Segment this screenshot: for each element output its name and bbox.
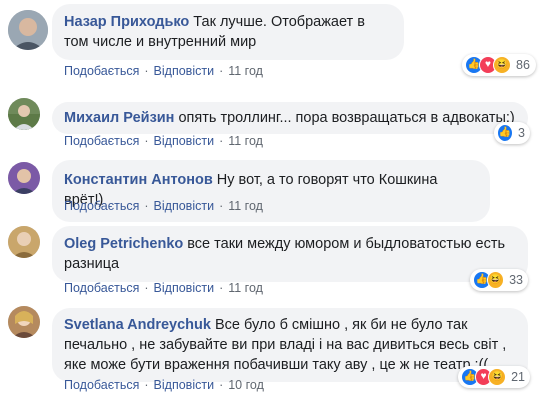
comment-actions: Подобається · Відповісти · 11 год [64, 281, 263, 295]
like-button[interactable]: Подобається [64, 134, 139, 148]
comment-item: Svetlana Andreychuk Все було б смішно , я… [0, 298, 550, 404]
reaction-summary[interactable]: 👍 ♥ 😆 86 [462, 54, 536, 76]
like-button[interactable]: Подобається [64, 281, 139, 295]
avatar[interactable] [8, 98, 40, 130]
reply-button[interactable]: Відповісти [154, 281, 215, 295]
comment-bubble: Svetlana Andreychuk Все було б смішно , я… [52, 308, 528, 382]
avatar[interactable] [8, 306, 40, 338]
reply-button[interactable]: Відповісти [154, 134, 215, 148]
reaction-count: 3 [518, 126, 525, 140]
comment-time[interactable]: 11 год [228, 64, 263, 78]
comment-author[interactable]: Константин Антонов [64, 172, 213, 188]
comment-time[interactable]: 11 год [228, 199, 263, 213]
comment-time[interactable]: 10 год [228, 378, 264, 392]
comment-author[interactable]: Oleg Petrichenko [64, 236, 183, 252]
reaction-summary[interactable]: 👍 😆 33 [470, 269, 528, 291]
like-button[interactable]: Подобається [64, 64, 139, 78]
comment-item: Назар Приходько Так лучше. Отображает в т… [0, 0, 550, 82]
comment-actions: Подобається · Відповісти · 11 год [64, 64, 263, 78]
reaction-summary[interactable]: 👍 3 [494, 122, 530, 144]
reaction-count: 33 [509, 273, 523, 287]
reaction-count: 86 [516, 58, 530, 72]
reply-button[interactable]: Відповісти [154, 199, 215, 213]
comment-author[interactable]: Svetlana Andreychuk [64, 317, 211, 333]
comment-bubble: Михаил Рейзин опять троллинг... пора возв… [52, 102, 528, 134]
haha-icon: 😆 [493, 56, 511, 74]
comment-item: Михаил Рейзин опять троллинг... пора возв… [0, 82, 550, 154]
like-button[interactable]: Подобається [64, 378, 139, 392]
avatar[interactable] [8, 226, 40, 258]
like-button[interactable]: Подобається [64, 199, 139, 213]
reply-button[interactable]: Відповісти [154, 378, 215, 392]
comment-bubble: Назар Приходько Так лучше. Отображает в т… [52, 4, 404, 60]
reaction-count: 21 [511, 370, 526, 384]
comment-author[interactable]: Назар Приходько [64, 14, 189, 30]
like-icon: 👍 [497, 124, 514, 142]
comment-item: Константин Антонов Ну вот, а то говорят ч… [0, 154, 550, 222]
reaction-summary[interactable]: 👍 ♥ 😆 21 [458, 366, 530, 388]
haha-icon: 😆 [486, 271, 505, 289]
avatar[interactable] [8, 162, 40, 194]
comment-time[interactable]: 11 год [228, 281, 263, 295]
comment-bubble: Oleg Petrichenko все таки между юмором и … [52, 226, 528, 282]
avatar[interactable] [8, 10, 48, 50]
comment-text: опять троллинг... пора возвращаться в ад… [178, 110, 515, 126]
comment-actions: Подобається · Відповісти · 11 год [64, 134, 263, 148]
haha-icon: 😆 [488, 368, 507, 386]
comment-item: Oleg Petrichenko все таки между юмором и … [0, 216, 550, 298]
comment-actions: Подобається · Відповісти · 11 год [64, 199, 263, 213]
comment-author[interactable]: Михаил Рейзин [64, 110, 174, 126]
comment-actions: Подобається · Відповісти · 10 год [64, 378, 264, 392]
comment-time[interactable]: 11 год [228, 134, 263, 148]
reply-button[interactable]: Відповісти [154, 64, 215, 78]
